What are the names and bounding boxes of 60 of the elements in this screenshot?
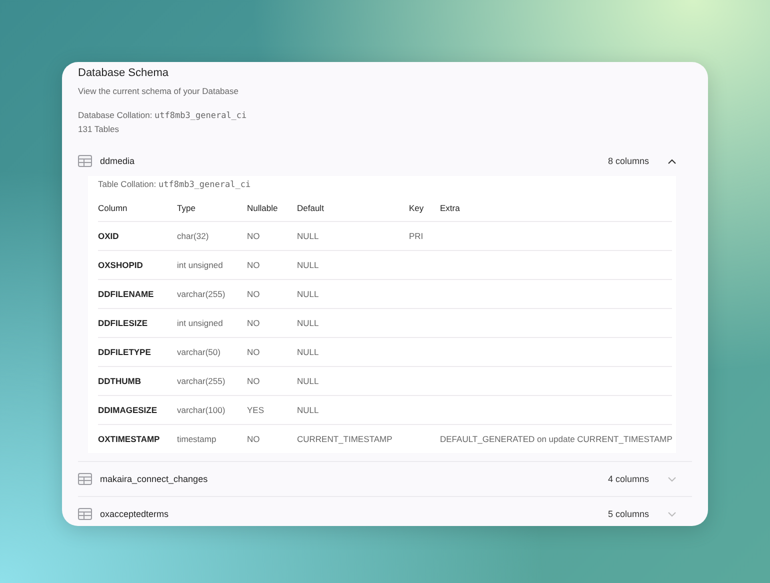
table-cell: char(32): [177, 231, 209, 241]
table-cell: NO: [247, 347, 260, 357]
table-cell: NO: [247, 434, 260, 444]
table-collation: Table Collation: utf8mb3_general_ci: [98, 179, 252, 190]
table-count: 131 Tables: [78, 123, 120, 136]
table-cell: int unsigned: [177, 260, 223, 270]
table-cell: NO: [247, 231, 260, 241]
column-header: Key: [409, 195, 440, 222]
table-cell: OXTIMESTAMP: [98, 434, 160, 444]
table-icon: [78, 473, 92, 485]
table-cell: NULL: [297, 376, 319, 386]
chevron-down-icon: [668, 512, 676, 516]
column-count: 8 columns: [608, 156, 649, 166]
chevron-down-icon: [668, 476, 676, 482]
table-name: makaira_connect_changes: [100, 474, 208, 484]
table-header[interactable]: makaira_connect_changes 4 columns: [78, 462, 692, 496]
table-cell: NULL: [297, 289, 319, 299]
table-cell: OXID: [98, 231, 119, 241]
table-cell: NO: [247, 260, 260, 270]
table-cell: CURRENT_TIMESTAMP: [297, 434, 392, 444]
table-cell: NULL: [297, 231, 319, 241]
table-cell: varchar(255): [177, 289, 226, 299]
column-header: Type: [177, 195, 247, 222]
table-cell: DDFILESIZE: [98, 318, 148, 328]
table-cell: DDFILETYPE: [98, 347, 151, 357]
column-count: 5 columns: [608, 509, 649, 519]
table-cell: varchar(255): [177, 376, 226, 386]
table-cell: NO: [247, 318, 260, 328]
column-header: Extra: [440, 195, 672, 222]
table-cell: DDTHUMB: [98, 376, 141, 386]
table-header[interactable]: oxacceptedterms 5 columns: [78, 497, 692, 526]
table-cell: PRI: [409, 231, 424, 241]
table-cell: OXSHOPID: [98, 260, 143, 270]
table-cell: DDIMAGESIZE: [98, 405, 158, 415]
table-name: ddmedia: [100, 156, 135, 166]
page-subtitle: View the current schema of your Database: [78, 86, 240, 96]
column-header: Default: [297, 195, 409, 222]
table-cell: varchar(50): [177, 347, 220, 357]
table-cell: timestamp: [177, 434, 216, 444]
table-icon: [78, 155, 92, 167]
table-name: oxacceptedterms: [100, 509, 169, 519]
table-cell: NO: [247, 376, 260, 386]
table-cell: NULL: [297, 260, 319, 270]
table-cell: DDFILENAME: [98, 289, 154, 299]
column-header: Nullable: [247, 195, 297, 222]
table-cell: NULL: [297, 405, 319, 415]
table-header[interactable]: ddmedia 8 columns: [78, 144, 692, 178]
column-count: 4 columns: [608, 474, 649, 484]
chevron-up-icon: [668, 158, 676, 164]
table-cell: NULL: [297, 347, 319, 357]
table-cell: DEFAULT_GENERATED on update CURRENT_TIMESTAMP: [440, 434, 672, 444]
table-cell: int unsigned: [177, 318, 223, 328]
table-cell: YES: [247, 405, 264, 415]
column-header: Column: [98, 195, 177, 222]
table-cell: varchar(100): [177, 405, 226, 415]
database-collation: Database Collation: utf8mb3_general_ci: [78, 109, 248, 123]
page-title: Database Schema: [78, 66, 170, 80]
table-cell: NO: [247, 289, 260, 299]
table-icon: [78, 508, 92, 520]
table-cell: NULL: [297, 318, 319, 328]
